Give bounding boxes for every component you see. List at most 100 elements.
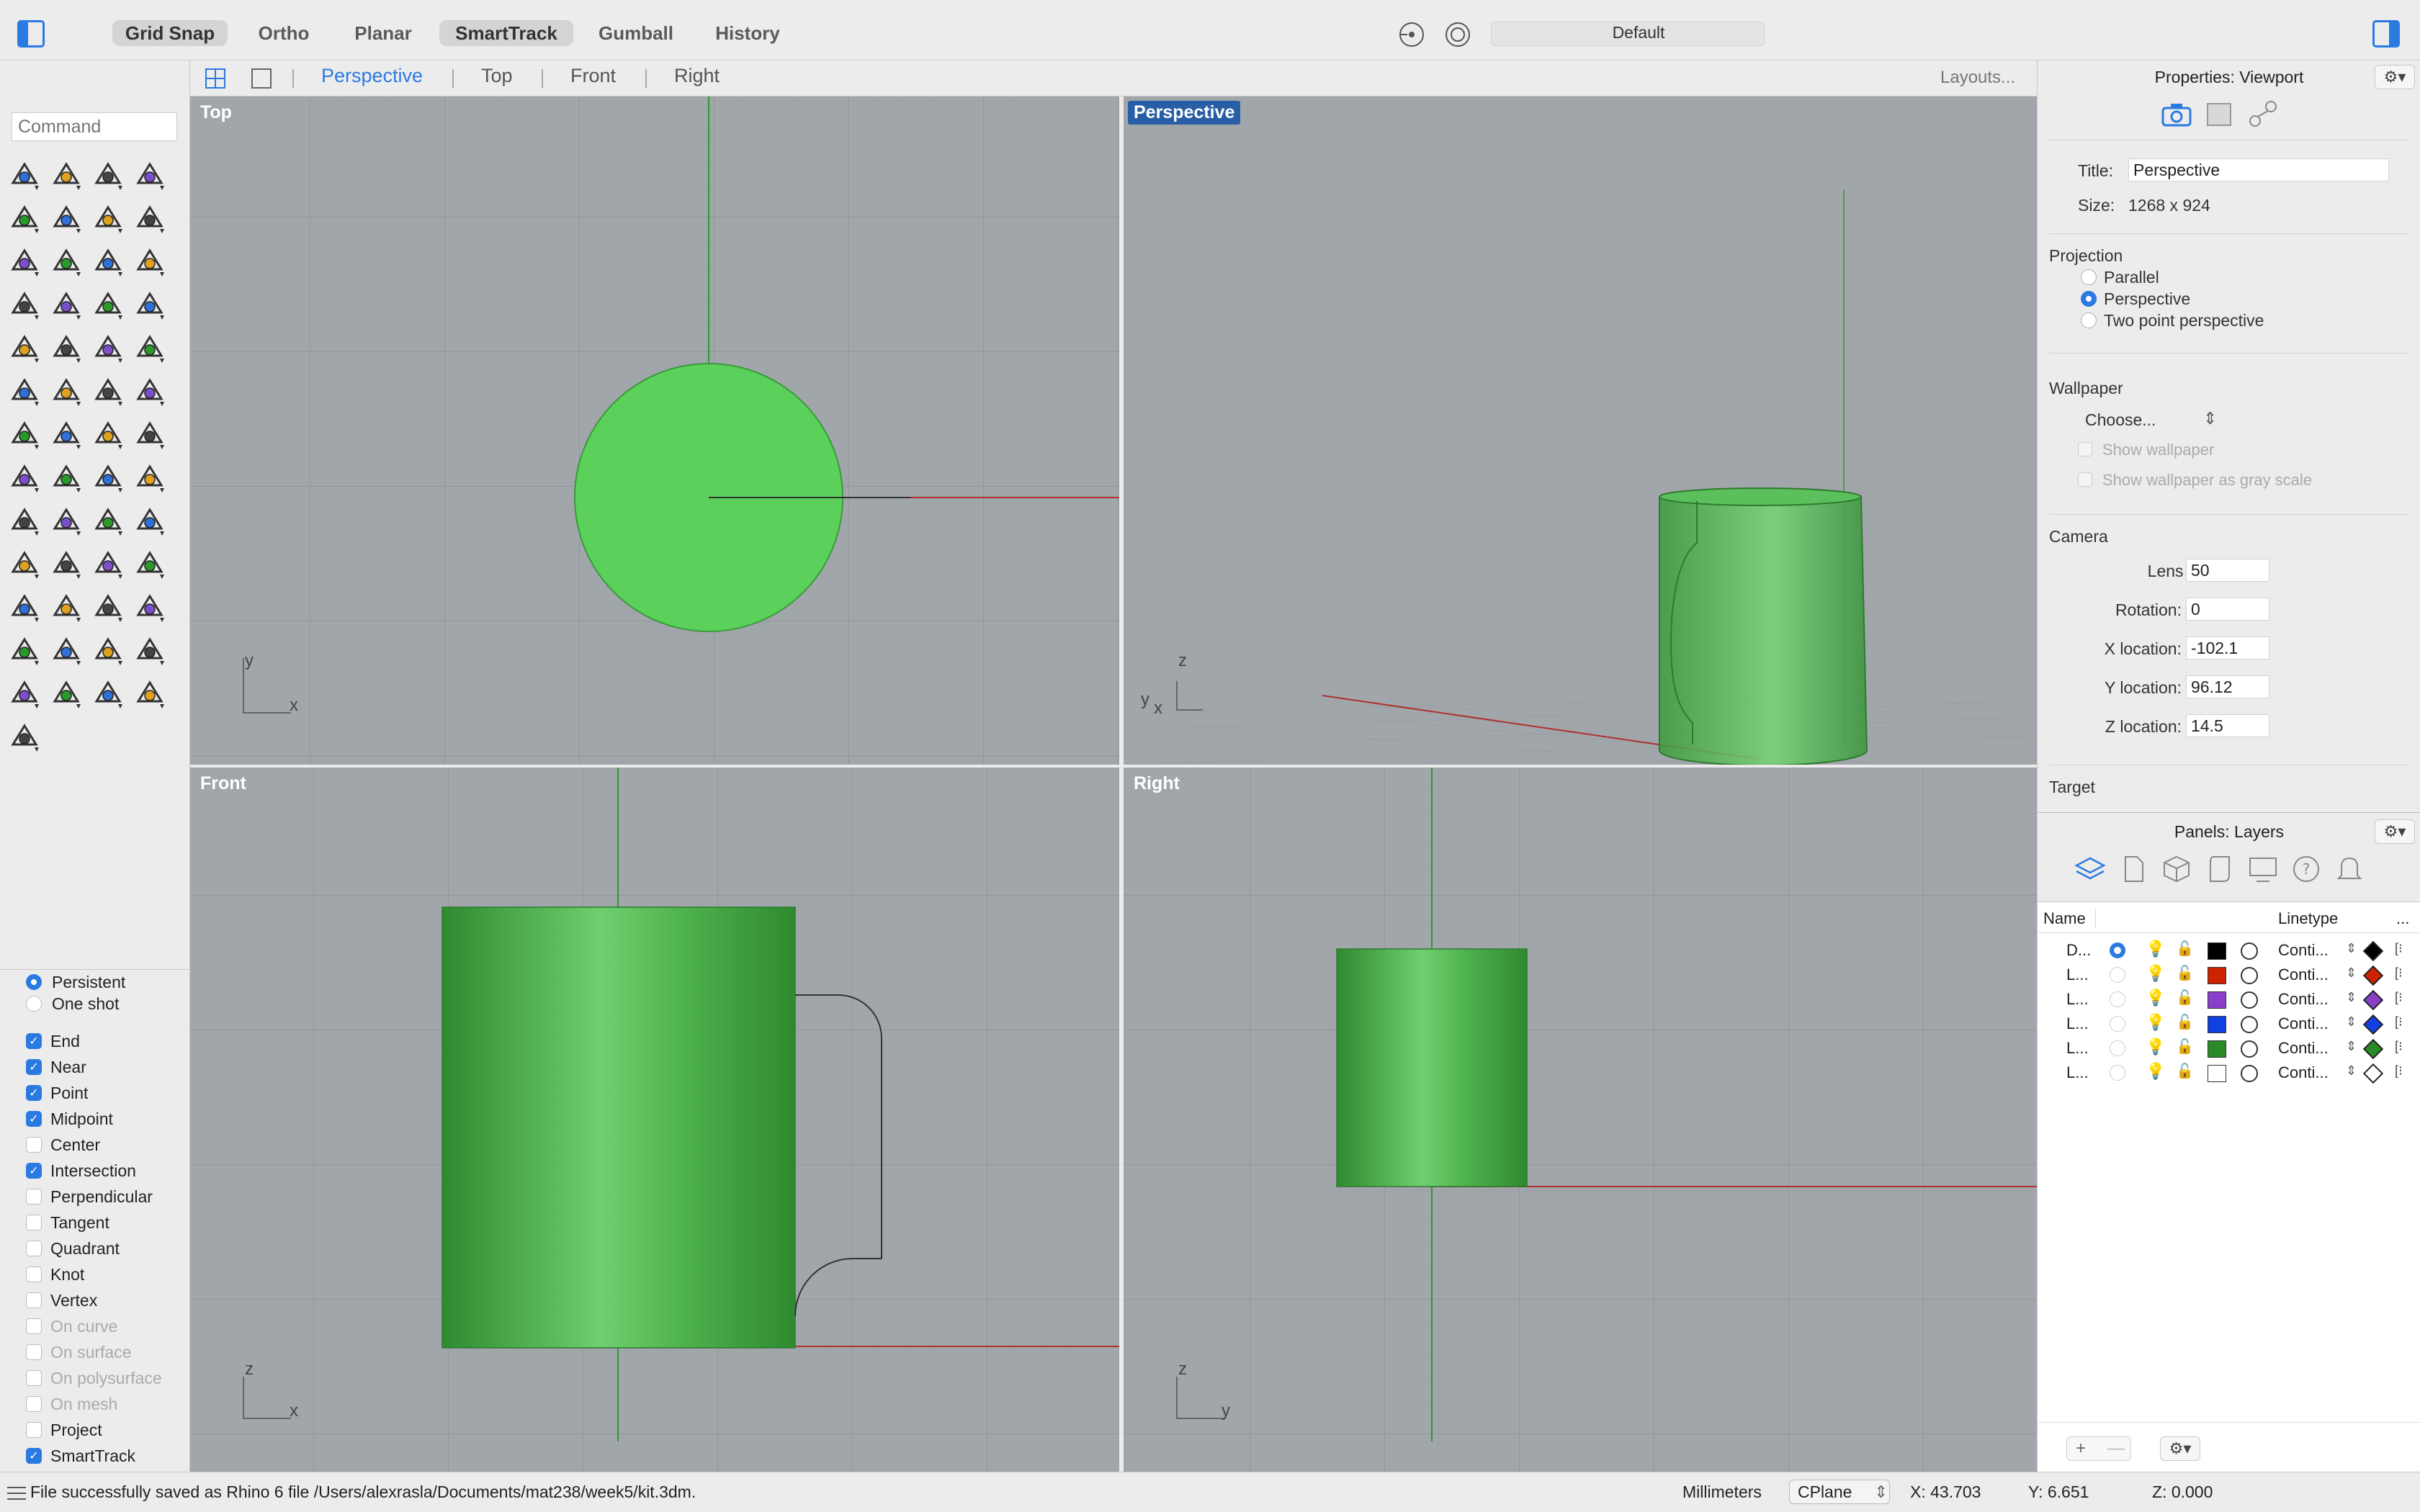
dimension-tool-icon[interactable] xyxy=(48,416,85,452)
toggle-left-sidebar-icon[interactable] xyxy=(17,20,45,48)
wallpaper-choose-chevron-icon[interactable]: ⇕ xyxy=(2203,409,2217,428)
layer-visible-bulb-icon[interactable]: 💡 xyxy=(2146,1038,2165,1056)
layers-col-linetype[interactable]: Linetype xyxy=(2278,909,2338,928)
layer-material-icon[interactable] xyxy=(2241,991,2258,1009)
viewport-right-label[interactable]: Right xyxy=(1128,772,1186,796)
pattern-tool-icon[interactable] xyxy=(48,459,85,495)
object-properties-icon[interactable] xyxy=(2203,99,2236,128)
rotation-field[interactable]: 0 xyxy=(2186,598,2269,621)
layer-lock-icon[interactable]: 🔓 xyxy=(2176,1013,2194,1031)
extrude-tool-icon[interactable] xyxy=(48,330,85,366)
layer-lock-icon[interactable]: 🔓 xyxy=(2176,989,2194,1007)
curve-tool-icon[interactable] xyxy=(131,157,169,193)
filter-icon[interactable] xyxy=(1443,20,1472,49)
layer-print-width-icon[interactable]: [⁝ xyxy=(2395,1039,2403,1054)
arc-tool-icon[interactable] xyxy=(89,200,127,236)
layer-current-radio[interactable] xyxy=(2110,1065,2125,1081)
mug-front-view[interactable] xyxy=(442,906,796,1349)
layer-material-icon[interactable] xyxy=(2241,942,2258,960)
osnap-one-shot-radio[interactable]: One shot xyxy=(26,991,119,1016)
layer-name[interactable]: L... xyxy=(2066,1063,2089,1082)
document-tab-icon[interactable] xyxy=(2117,852,2150,886)
layer-current-radio[interactable] xyxy=(2110,967,2125,983)
help-tab-icon[interactable]: ? xyxy=(2290,852,2323,886)
osnap-point-checkbox[interactable]: ✓ Point xyxy=(26,1081,88,1105)
layer-linetype-chevron-icon[interactable]: ⇕ xyxy=(2346,941,2357,956)
properties-gear-icon[interactable]: ⚙▾ xyxy=(2375,65,2415,89)
analyze-tool-icon[interactable] xyxy=(89,503,127,539)
layer-row[interactable]: D... 💡 🔓 Conti... ⇕ [⁝ xyxy=(2038,938,2420,963)
viewport-front[interactable]: Front z x xyxy=(190,768,1119,1472)
layer-row[interactable]: L... 💡 🔓 Conti... ⇕ [⁝ xyxy=(2038,1012,2420,1036)
zoom-extents-tool-icon[interactable] xyxy=(89,546,127,582)
record-history-icon[interactable] xyxy=(1397,20,1426,49)
viewport-properties-camera-icon[interactable] xyxy=(2160,99,2193,128)
menu-lines-icon[interactable] xyxy=(6,1485,27,1501)
walk-tool-icon[interactable] xyxy=(48,589,85,625)
osnap-tangent-checkbox[interactable]: Tangent xyxy=(26,1210,109,1235)
color-wheel-tool-icon[interactable] xyxy=(131,632,169,668)
layer-print-color-icon[interactable] xyxy=(2362,1038,2384,1060)
viewport-top-label[interactable]: Top xyxy=(194,101,238,125)
layer-print-width-icon[interactable]: [⁝ xyxy=(2395,1063,2403,1079)
layer-material-icon[interactable] xyxy=(2241,1040,2258,1058)
history-button[interactable]: History xyxy=(706,20,789,46)
units-label[interactable]: Millimeters xyxy=(1682,1482,1762,1502)
tab-perspective[interactable]: Perspective xyxy=(321,65,423,87)
layers-gear-icon[interactable]: ⚙▾ xyxy=(2375,819,2415,844)
named-view-tool-icon[interactable] xyxy=(131,589,169,625)
layer-color-swatch[interactable] xyxy=(2208,991,2226,1009)
four-viewport-layout-icon[interactable] xyxy=(205,68,226,89)
rectangle-tool-icon[interactable] xyxy=(131,200,169,236)
osnap-knot-checkbox[interactable]: Knot xyxy=(26,1262,84,1287)
command-input[interactable] xyxy=(12,112,177,141)
layers-col-name[interactable]: Name xyxy=(2043,909,2086,928)
layer-linetype-chevron-icon[interactable]: ⇕ xyxy=(2346,1063,2357,1079)
osnap-near-checkbox[interactable]: ✓ Near xyxy=(26,1055,86,1079)
polyline-tool-icon[interactable] xyxy=(89,157,127,193)
osnap-quadrant-checkbox[interactable]: Quadrant xyxy=(26,1236,120,1261)
notes-tab-icon[interactable] xyxy=(2203,852,2236,886)
snap-points-tool-icon[interactable] xyxy=(6,719,43,755)
zoom-selected-tool-icon[interactable] xyxy=(131,546,169,582)
text-tool-icon[interactable] xyxy=(6,416,43,452)
viewport-perspective-label[interactable]: Perspective xyxy=(1128,101,1241,125)
layer-lock-icon[interactable]: 🔓 xyxy=(2176,940,2194,958)
surface-edge-tool-icon[interactable] xyxy=(89,243,127,279)
layer-color-swatch[interactable] xyxy=(2208,942,2226,960)
mug-right-view[interactable] xyxy=(1336,948,1528,1187)
object-tab-icon[interactable] xyxy=(2160,852,2193,886)
material-properties-icon[interactable] xyxy=(2246,99,2280,128)
rendered-tool-icon[interactable] xyxy=(89,675,127,711)
layer-linetype[interactable]: Conti... xyxy=(2278,941,2329,960)
wireframe-tool-icon[interactable] xyxy=(6,675,43,711)
layer-lock-icon[interactable]: 🔓 xyxy=(2176,1062,2194,1080)
tab-right[interactable]: Right xyxy=(674,65,720,87)
layer-color-swatch[interactable] xyxy=(2208,1016,2226,1033)
layer-name[interactable]: L... xyxy=(2066,1039,2089,1058)
layer-print-color-icon[interactable] xyxy=(2362,1014,2384,1035)
split-tool-icon[interactable] xyxy=(131,330,169,366)
grid-snap-button[interactable]: Grid Snap xyxy=(112,20,228,46)
layer-color-swatch[interactable] xyxy=(2208,1065,2226,1082)
cylinder-tool-icon[interactable] xyxy=(89,287,127,323)
layer-print-color-icon[interactable] xyxy=(2362,1063,2384,1084)
osnap-persistent-radio[interactable]: Persistent xyxy=(26,970,125,994)
planar-button[interactable]: Planar xyxy=(347,20,419,46)
osnap-smarttrack-checkbox[interactable]: ✓ SmartTrack xyxy=(26,1444,135,1468)
add-layer-icon[interactable]: + xyxy=(2076,1437,2086,1460)
cone-tool-icon[interactable] xyxy=(131,675,169,711)
layer-lock-icon[interactable]: 🔓 xyxy=(2176,964,2194,982)
layer-name[interactable]: D... xyxy=(2066,941,2091,960)
layers-options-gear-icon[interactable]: ⚙▾ xyxy=(2160,1436,2200,1461)
layer-material-icon[interactable] xyxy=(2241,1016,2258,1033)
layer-print-width-icon[interactable]: [⁝ xyxy=(2395,941,2403,956)
tab-front[interactable]: Front xyxy=(570,65,616,87)
zoom-tool-icon[interactable] xyxy=(6,546,43,582)
circle-tool-icon[interactable] xyxy=(6,200,43,236)
sweep-tool-icon[interactable] xyxy=(131,243,169,279)
sphere-tool-icon[interactable] xyxy=(48,287,85,323)
layer-visible-bulb-icon[interactable]: 💡 xyxy=(2146,964,2165,983)
viewport-perspective[interactable]: Perspective z y x xyxy=(1124,96,2037,765)
layer-color-swatch[interactable] xyxy=(2208,1040,2226,1058)
